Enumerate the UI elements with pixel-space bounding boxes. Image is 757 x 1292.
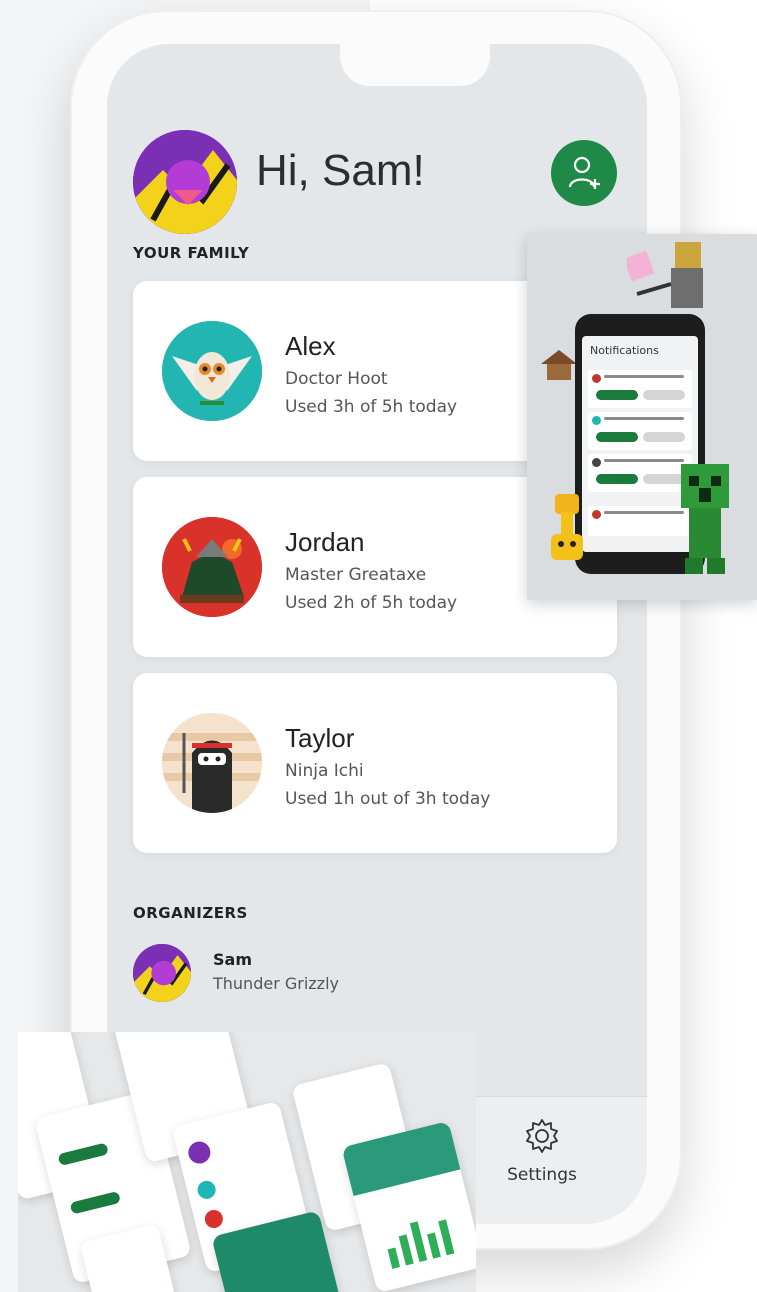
mini-primary-pill: [596, 390, 638, 400]
mini-text-line: [604, 375, 684, 378]
mini-secondary-pill: [643, 432, 685, 442]
grizzly-avatar: [133, 944, 191, 1002]
member-name: Taylor: [285, 723, 355, 753]
screens-collage-promo-image: [18, 1032, 476, 1292]
tab-settings[interactable]: Settings: [487, 1117, 597, 1197]
mini-avatar: [592, 374, 601, 383]
grizzly-avatar[interactable]: [133, 130, 237, 234]
mini-avatar: [592, 416, 601, 425]
monster-avatar: [162, 517, 262, 617]
notifications-promo-image: Notifications: [527, 234, 757, 600]
collage-bar: [438, 1219, 455, 1256]
member-usage: Used 3h of 5h today: [285, 397, 458, 417]
member-name: Jordan: [285, 527, 365, 557]
add-person-icon: [568, 156, 600, 189]
member-gamertag: Master Greataxe: [285, 565, 427, 585]
member-usage: Used 2h of 5h today: [285, 593, 458, 613]
collage-avatar: [202, 1208, 225, 1230]
mini-notifications-title: Notifications: [590, 344, 659, 357]
collage-bar: [398, 1234, 414, 1266]
mini-notification-row: [588, 412, 692, 450]
gear-icon: [526, 1119, 558, 1153]
collage-pill: [57, 1142, 109, 1167]
collage-bar: [387, 1247, 401, 1269]
phone-notch: [340, 44, 490, 86]
ninja-avatar: [162, 713, 262, 813]
owl-avatar: [162, 321, 262, 421]
minecraft-house-icon: [541, 350, 577, 380]
collage-avatar: [186, 1139, 213, 1166]
mini-secondary-pill: [643, 390, 685, 400]
greeting-text: Hi, Sam!: [256, 146, 425, 195]
collage-bar: [409, 1221, 428, 1263]
member-gamertag: Doctor Hoot: [285, 369, 388, 389]
mini-avatar: [592, 458, 601, 467]
mini-text-line: [604, 417, 684, 420]
header: Hi, Sam!: [133, 130, 621, 234]
organizer-name: Sam: [213, 950, 252, 969]
collage-avatar: [195, 1178, 218, 1201]
member-name: Alex: [285, 331, 336, 361]
mini-primary-pill: [596, 432, 638, 442]
creeper-figure-icon: [681, 464, 729, 574]
mini-primary-pill: [596, 474, 638, 484]
collage-bar: [427, 1232, 441, 1259]
organizers-section-title: ORGANIZERS: [133, 904, 248, 922]
mini-notification-row: [588, 370, 692, 408]
mini-avatar: [592, 510, 601, 519]
tab-settings-label: Settings: [507, 1165, 577, 1185]
mini-text-line: [604, 459, 684, 462]
key-character-icon: [551, 494, 583, 560]
mini-text-line: [604, 511, 684, 514]
member-usage: Used 1h out of 3h today: [285, 789, 491, 809]
organizer-item-sam[interactable]: Sam Thunder Grizzly: [133, 944, 433, 1004]
member-gamertag: Ninja Ichi: [285, 761, 364, 781]
minecraft-figure-icon: [627, 242, 703, 308]
collage-pill: [69, 1190, 121, 1215]
organizer-gamertag: Thunder Grizzly: [213, 974, 339, 993]
add-family-member-button[interactable]: [551, 140, 617, 206]
collage-screen-tile: [341, 1120, 476, 1292]
family-member-card-taylor[interactable]: Taylor Ninja Ichi Used 1h out of 3h toda…: [133, 673, 617, 853]
family-section-title: YOUR FAMILY: [133, 244, 250, 262]
